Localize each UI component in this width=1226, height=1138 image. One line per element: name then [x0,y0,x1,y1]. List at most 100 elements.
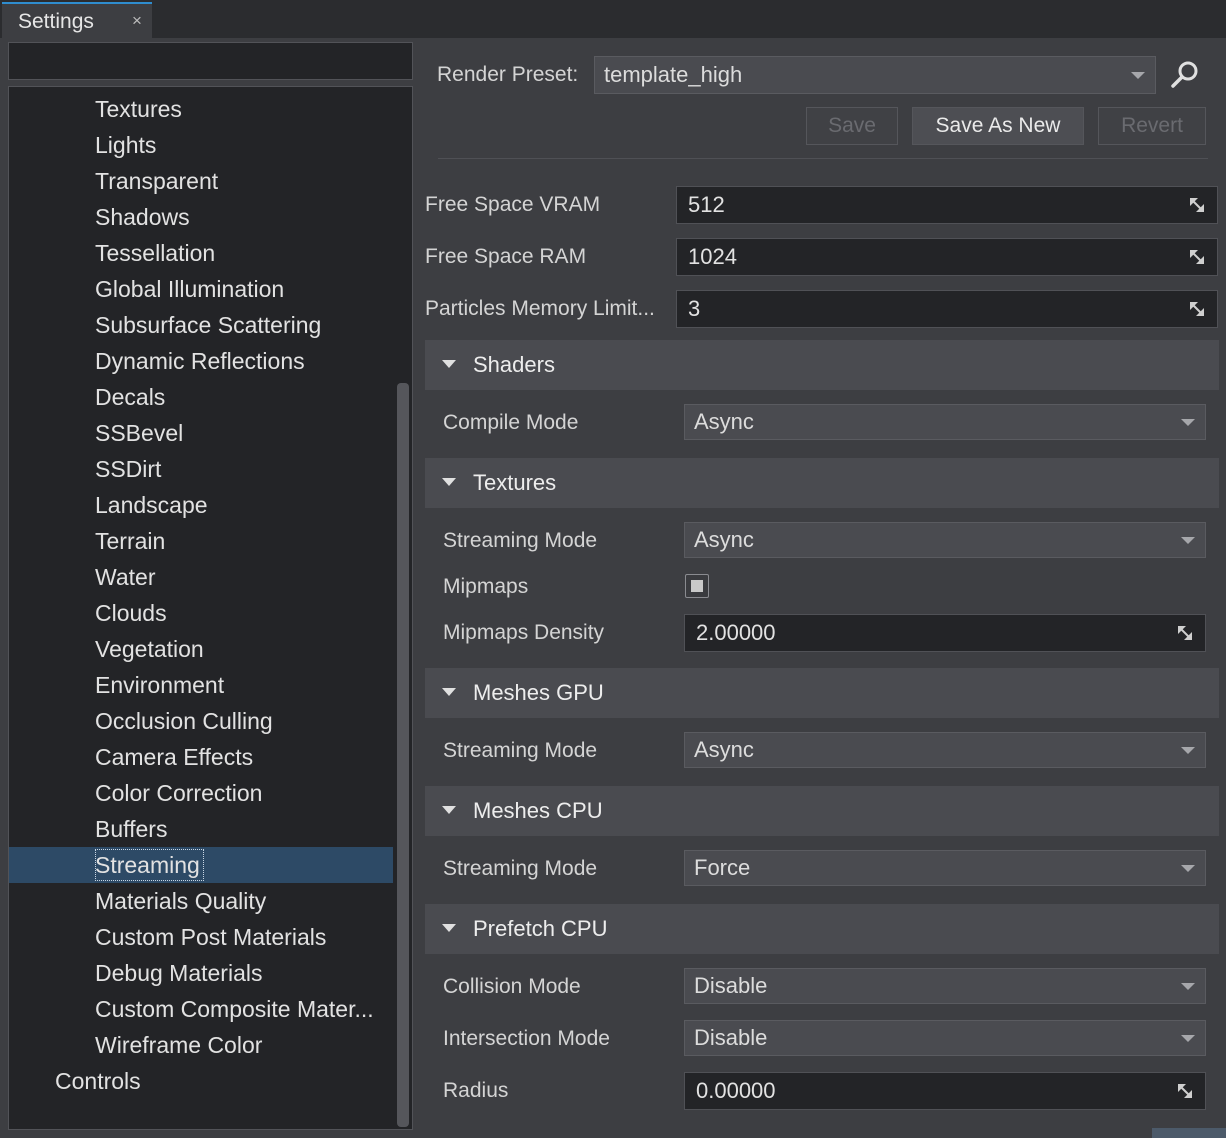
tree-item[interactable]: Textures [9,91,393,127]
tree-scrollbar[interactable] [397,383,409,1127]
section-title: Shaders [473,352,555,377]
tree-item[interactable]: Water [9,559,393,595]
chevron-down-icon [1131,72,1145,79]
tree-item[interactable]: Global Illumination [9,271,393,307]
tree-item[interactable]: Tessellation [9,235,393,271]
chevron-down-icon [1181,983,1195,990]
meshes-cpu-streaming-mode-label: Streaming Mode [443,857,598,880]
tree-item[interactable]: Transparent [9,163,393,199]
meshes-gpu-streaming-mode-value: Async [694,737,754,762]
tree-item[interactable]: Environment [9,667,393,703]
section-textures[interactable]: Textures [425,458,1219,508]
save-as-new-button[interactable]: Save As New [912,107,1084,145]
tree-item[interactable]: Buffers [9,811,393,847]
drag-value-icon[interactable] [1189,197,1205,213]
drag-value-icon[interactable] [1177,625,1193,641]
particles-memory-limit-label: Particles Memory Limit... [425,297,655,320]
collapse-triangle-icon [442,688,456,696]
compile-mode-select[interactable]: Async [684,404,1206,440]
tree-item[interactable]: Color Correction [9,775,393,811]
tree-item[interactable]: Debug Materials [9,955,393,991]
mipmaps-label: Mipmaps [443,575,529,598]
save-button[interactable]: Save [806,107,898,145]
tree-item[interactable]: Custom Composite Mater... [9,991,393,1027]
textures-streaming-mode-value: Async [694,527,754,552]
divider [438,158,1208,159]
free-space-vram-label: Free Space VRAM [425,193,601,216]
drag-value-icon[interactable] [1189,301,1205,317]
tree-item[interactable]: Dynamic Reflections [9,343,393,379]
tab-settings[interactable]: Settings × [2,2,152,38]
settings-window: Settings × Textures Lights Transparent S… [0,0,1226,1138]
mipmaps-density-value: 2.00000 [696,620,776,645]
compile-mode-value: Async [694,409,754,434]
tree-item[interactable]: Custom Post Materials [9,919,393,955]
tree-item[interactable]: Decals [9,379,393,415]
tab-label: Settings [18,10,94,33]
particles-memory-limit-field[interactable]: 3 [676,290,1218,328]
tree-item[interactable]: Camera Effects [9,739,393,775]
scrollbar-corner [1152,1128,1226,1138]
tree-item[interactable]: Shadows [9,199,393,235]
chevron-down-icon [1181,1035,1195,1042]
intersection-mode-value: Disable [694,1025,768,1050]
drag-value-icon[interactable] [1189,249,1205,265]
chevron-down-icon [1181,419,1195,426]
compile-mode-label: Compile Mode [443,411,579,434]
tree-item[interactable]: Wireframe Color [9,1027,393,1063]
render-preset-value: template_high [604,62,743,87]
intersection-mode-label: Intersection Mode [443,1027,610,1050]
section-title: Meshes GPU [473,680,604,705]
free-space-ram-field[interactable]: 1024 [676,238,1218,276]
collision-mode-select[interactable]: Disable [684,968,1206,1004]
close-icon[interactable]: × [132,11,142,31]
chevron-down-icon [1181,747,1195,754]
textures-streaming-mode-label: Streaming Mode [443,529,598,552]
section-prefetch-cpu[interactable]: Prefetch CPU [425,904,1219,954]
mipmaps-checkbox[interactable] [685,574,709,598]
free-space-ram-value: 1024 [688,244,737,269]
drag-value-icon[interactable] [1177,1083,1193,1099]
section-shaders[interactable]: Shaders [425,340,1219,390]
section-meshes-gpu[interactable]: Meshes GPU [425,668,1219,718]
tree-item[interactable]: Occlusion Culling [9,703,393,739]
tree-item-selected[interactable]: Streaming [9,847,393,883]
section-meshes-cpu[interactable]: Meshes CPU [425,786,1219,836]
render-preset-select[interactable]: template_high [594,56,1156,94]
free-space-ram-label: Free Space RAM [425,245,587,268]
intersection-mode-select[interactable]: Disable [684,1020,1206,1056]
tree-item-controls[interactable]: Controls [9,1063,393,1099]
free-space-vram-field[interactable]: 512 [676,186,1218,224]
tree-item[interactable]: SSDirt [9,451,393,487]
meshes-gpu-streaming-mode-select[interactable]: Async [684,732,1206,768]
tree-item[interactable]: Landscape [9,487,393,523]
meshes-gpu-streaming-mode-label: Streaming Mode [443,739,598,762]
meshes-cpu-streaming-mode-value: Force [694,855,751,880]
tree-item[interactable]: Subsurface Scattering [9,307,393,343]
mipmaps-density-field[interactable]: 2.00000 [684,614,1206,652]
textures-streaming-mode-select[interactable]: Async [684,522,1206,558]
revert-button[interactable]: Revert [1098,107,1206,145]
collapse-triangle-icon [442,360,456,368]
tree-item[interactable]: Vegetation [9,631,393,667]
tree-item[interactable]: Clouds [9,595,393,631]
radius-value: 0.00000 [696,1078,776,1103]
collision-mode-value: Disable [694,973,768,998]
meshes-cpu-streaming-mode-select[interactable]: Force [684,850,1206,886]
collapse-triangle-icon [442,478,456,486]
settings-search-input[interactable] [8,42,413,80]
search-icon[interactable] [1170,59,1200,89]
tree-item[interactable]: Materials Quality [9,883,393,919]
render-preset-label: Render Preset: [437,63,579,86]
checkbox-indicator [691,580,703,592]
particles-memory-limit-value: 3 [688,296,701,321]
tree-item[interactable]: SSBevel [9,415,393,451]
collapse-triangle-icon [442,806,456,814]
collision-mode-label: Collision Mode [443,975,581,998]
radius-field[interactable]: 0.00000 [684,1072,1206,1110]
settings-tree: Textures Lights Transparent Shadows Tess… [8,86,413,1130]
tree-item[interactable]: Terrain [9,523,393,559]
tree-item[interactable]: Lights [9,127,393,163]
section-title: Meshes CPU [473,798,603,823]
chevron-down-icon [1181,537,1195,544]
